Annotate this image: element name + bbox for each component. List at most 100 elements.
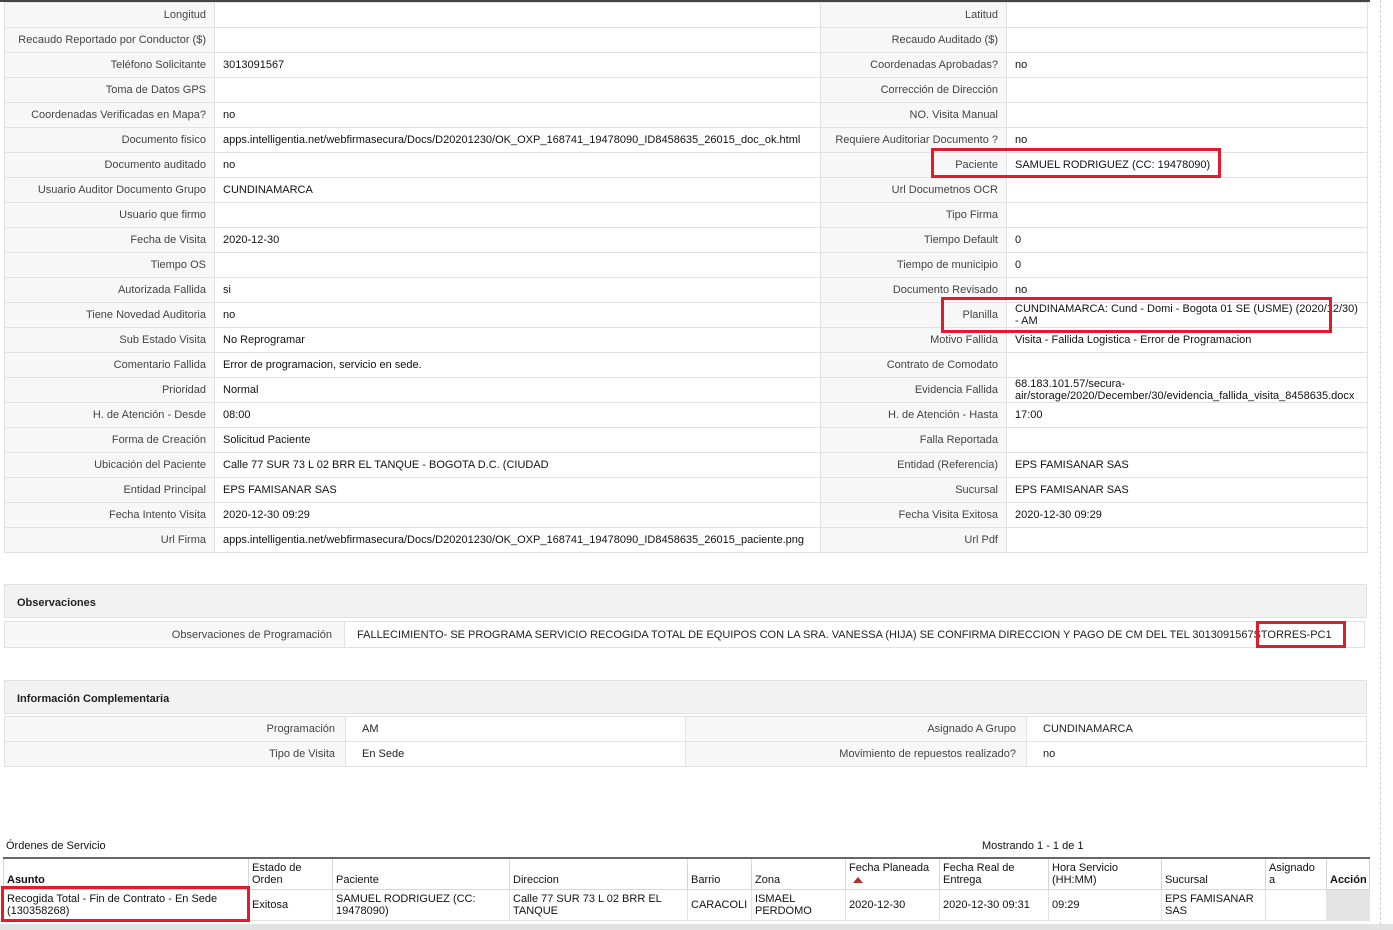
sub-estado-visita-value: No Reprogramar	[214, 327, 821, 353]
fecha-visita-exitosa-label: Fecha Visita Exitosa	[820, 502, 1007, 528]
cell-accion[interactable]	[1326, 889, 1370, 921]
complementaria-row: Programación AM Asignado A Grupo CUNDINAMAR…	[4, 716, 1367, 742]
visit-detail-table: Longitud Latitud Recaudo Reportado por Con…	[4, 2, 1368, 553]
tipo-firma-value	[1006, 202, 1368, 228]
observaciones-value: FALLECIMIENTO- SE PROGRAMA SERVICIO RECO…	[344, 621, 1365, 648]
cell-estado-de-orden: Exitosa	[248, 889, 333, 921]
cell-sucursal: EPS FAMISANAR SAS	[1161, 889, 1266, 921]
documento-revisado-label: Documento Revisado	[820, 277, 1007, 303]
column-header-fecha-real-de-entrega[interactable]: Fecha Real de Entrega	[939, 857, 1049, 890]
contrato-de-comodato-value	[1006, 352, 1368, 378]
column-header-label: Hora Servicio (HH:MM)	[1052, 862, 1119, 886]
table-row[interactable]: Recogida Total - Fin de Contrato - En Se…	[3, 889, 1370, 921]
fecha-intento-visita-value: 2020-12-30 09:29	[214, 502, 821, 528]
column-header-label: Estado de Orden	[252, 862, 302, 886]
column-header-paciente[interactable]: Paciente	[332, 857, 510, 890]
detail-row: Forma de Creación Solicitud Paciente Falla…	[4, 427, 1368, 453]
column-header-fecha-planeada[interactable]: Fecha Planeada	[845, 857, 940, 890]
column-header-hora-servicio-hh-mm[interactable]: Hora Servicio (HH:MM)	[1048, 857, 1162, 890]
url-documetnos-ocr-label: Url Documetnos OCR	[820, 177, 1007, 203]
asignado-a-grupo-value: CUNDINAMARCA	[1026, 716, 1367, 742]
cell-asignado-a	[1265, 889, 1327, 921]
usuario-auditor-documento-grupo-value: CUNDINAMARCA	[214, 177, 821, 203]
detail-row: Coordenadas Verificadas en Mapa? no NO. Vi…	[4, 102, 1368, 128]
tipo-de-visita-label: Tipo de Visita	[4, 741, 346, 767]
url-pdf-label: Url Pdf	[820, 527, 1007, 553]
sucursal-label: Sucursal	[820, 477, 1007, 503]
cell-zona: ISMAEL PERDOMO	[751, 889, 846, 921]
prioridad-label: Prioridad	[4, 377, 215, 403]
prioridad-value: Normal	[214, 377, 821, 403]
detail-row: Fecha de Visita 2020-12-30 Tiempo Default 0	[4, 227, 1368, 253]
detail-row: Recaudo Reportado por Conductor ($) Recau…	[4, 27, 1368, 53]
documento-auditado-label: Documento auditado	[4, 152, 215, 178]
column-header-barrio[interactable]: Barrio	[687, 857, 752, 890]
column-header-label: Paciente	[336, 874, 379, 886]
column-header-estado-de-orden[interactable]: Estado de Orden	[248, 857, 333, 890]
column-header-sucursal[interactable]: Sucursal	[1161, 857, 1266, 890]
ubicacion-del-paciente-value: Calle 77 SUR 73 L 02 BRR EL TANQUE - BOG…	[214, 452, 821, 478]
column-header-label: Sucursal	[1165, 874, 1208, 886]
entidad-principal-value: EPS FAMISANAR SAS	[214, 477, 821, 503]
h-de-atencion-desde-label: H. de Atención - Desde	[4, 402, 215, 428]
planilla-label: Planilla	[820, 302, 1007, 328]
coordenadas-verificadas-en-mapa-value: no	[214, 102, 821, 128]
column-header-direccion[interactable]: Direccion	[509, 857, 688, 890]
h-de-atencion-desde-value: 08:00	[214, 402, 821, 428]
recaudo-reportado-por-conductor-label: Recaudo Reportado por Conductor ($)	[4, 27, 215, 53]
observaciones-label: Observaciones de Programación	[4, 621, 345, 648]
detail-row: Prioridad Normal Evidencia Fallida 68.183.1…	[4, 377, 1368, 403]
requiere-auditoriar-documento-value: no	[1006, 127, 1368, 153]
contrato-de-comodato-label: Contrato de Comodato	[820, 352, 1007, 378]
documento-fisico-label: Documento fisico	[4, 127, 215, 153]
info-complementaria-header: Información Complementaria	[4, 680, 1367, 714]
coordenadas-verificadas-en-mapa-label: Coordenadas Verificadas en Mapa?	[4, 102, 215, 128]
detail-row: Longitud Latitud	[4, 2, 1368, 28]
h-de-atencion-hasta-label: H. de Atención - Hasta	[820, 402, 1007, 428]
usuario-que-firmo-label: Usuario que firmo	[4, 202, 215, 228]
coordenadas-aprobadas-value: no	[1006, 52, 1368, 78]
page-edge-guide	[1380, 0, 1381, 930]
observaciones-header: Observaciones	[4, 584, 1367, 618]
tiempo-default-label: Tiempo Default	[820, 227, 1007, 253]
fecha-visita-exitosa-value: 2020-12-30 09:29	[1006, 502, 1368, 528]
sort-up-icon[interactable]	[853, 877, 863, 884]
evidencia-fallida-value: 68.183.101.57/secura-air/storage/2020/De…	[1006, 377, 1368, 403]
detail-row: Comentario Fallida Error de programacion,…	[4, 352, 1368, 378]
ubicacion-del-paciente-label: Ubicación del Paciente	[4, 452, 215, 478]
column-header-asignado-a[interactable]: Asignado a	[1265, 857, 1327, 890]
column-header-zona[interactable]: Zona	[751, 857, 846, 890]
detail-row: Tiene Novedad Auditoria no Planilla CUNDINA…	[4, 302, 1368, 328]
documento-auditado-value: no	[214, 152, 821, 178]
tiene-novedad-auditoria-label: Tiene Novedad Auditoria	[4, 302, 215, 328]
recaudo-auditado-value	[1006, 27, 1368, 53]
usuario-que-firmo-value	[214, 202, 821, 228]
detail-row: Autorizada Fallida si Documento Revisado no	[4, 277, 1368, 303]
telefono-solicitante-label: Teléfono Solicitante	[4, 52, 215, 78]
entidad-referencia-value: EPS FAMISANAR SAS	[1006, 452, 1368, 478]
programacion-value: AM	[345, 716, 686, 742]
detail-row: Entidad Principal EPS FAMISANAR SAS Sucurs…	[4, 477, 1368, 503]
detail-row: Fecha Intento Visita 2020-12-30 09:29 Fech…	[4, 502, 1368, 528]
column-header-label: Fecha Real de Entrega	[943, 862, 1015, 886]
column-header-label: Acción	[1330, 874, 1367, 886]
cell-barrio: CARACOLI	[687, 889, 752, 921]
toma-de-datos-gps-value	[214, 77, 821, 103]
cell-direccion: Calle 77 SUR 73 L 02 BRR EL TANQUE	[509, 889, 688, 921]
column-header-accion[interactable]: Acción	[1326, 857, 1370, 890]
detail-row: Tiempo OS Tiempo de municipio 0	[4, 252, 1368, 278]
column-header-label: Direccion	[513, 874, 559, 886]
cell-paciente: SAMUEL RODRIGUEZ (CC: 19478090)	[332, 889, 510, 921]
horizontal-scrollbar[interactable]	[0, 924, 1393, 930]
column-header-asunto[interactable]: Asunto	[3, 857, 249, 890]
tiene-novedad-auditoria-value: no	[214, 302, 821, 328]
comentario-fallida-value: Error de programacion, servicio en sede.	[214, 352, 821, 378]
detail-row: Documento auditado no Paciente SAMUEL RODRI…	[4, 152, 1368, 178]
forma-de-creacion-label: Forma de Creación	[4, 427, 215, 453]
coordenadas-aprobadas-label: Coordenadas Aprobadas?	[820, 52, 1007, 78]
documento-fisico-value: apps.intelligentia.net/webfirmasecura/Do…	[214, 127, 821, 153]
documento-revisado-value: no	[1006, 277, 1368, 303]
ordenes-title: Órdenes de Servicio	[6, 840, 106, 852]
observaciones-table: Observaciones de Programación FALLECIMIE…	[4, 621, 1365, 648]
movimiento-de-repuestos-realizado-label: Movimiento de repuestos realizado?	[685, 741, 1027, 767]
